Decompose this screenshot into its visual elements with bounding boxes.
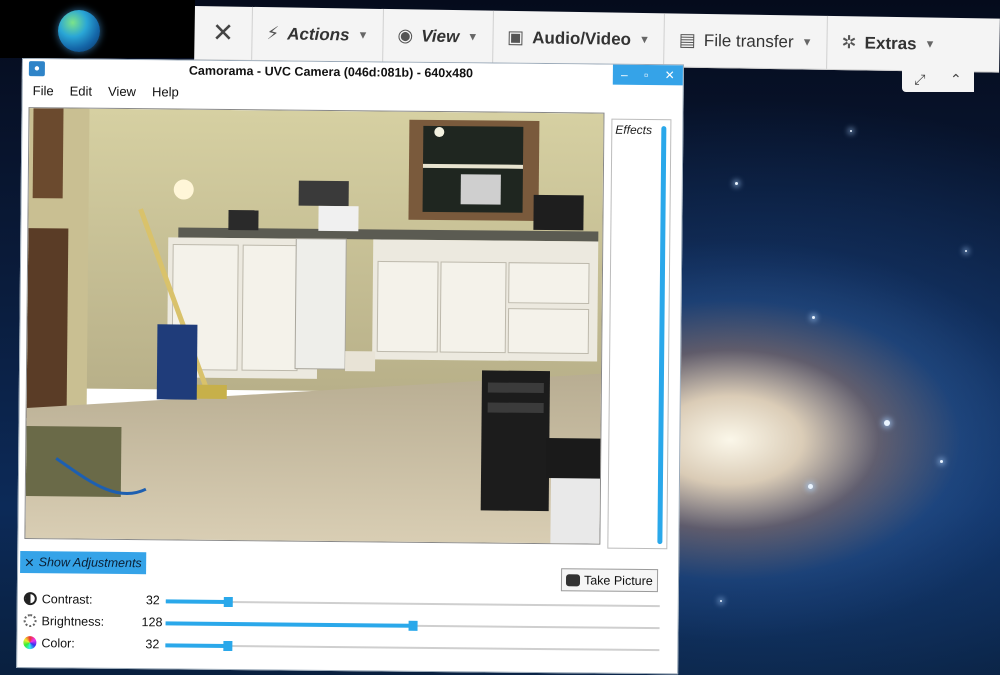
star xyxy=(735,182,738,185)
remote-logo-area xyxy=(0,0,195,58)
color-label: Color: xyxy=(41,636,75,651)
color-slider[interactable] xyxy=(165,640,660,652)
chat-icon: ▣ xyxy=(506,26,525,48)
toolbar-subbar: ⤢ ⌃ xyxy=(902,66,974,92)
brightness-icon xyxy=(23,614,37,628)
contrast-slider[interactable] xyxy=(165,596,660,608)
minimize-icon[interactable]: – xyxy=(621,68,628,82)
toolbar-item-label: Extras xyxy=(864,33,917,53)
collapse-toolbar-icon[interactable]: ⌃ xyxy=(950,71,962,88)
color-row: Color: 32 xyxy=(21,635,661,659)
window-controls: – ▫ ✕ xyxy=(612,64,683,86)
files-icon: ▤ xyxy=(678,29,697,50)
lightning-icon: ⚡ xyxy=(266,23,280,44)
color-value: 32 xyxy=(145,637,160,652)
chevron-down-icon: ▼ xyxy=(638,33,650,46)
chevron-down-icon: ▼ xyxy=(467,30,479,43)
window-title: Camorama - UVC Camera (046d:081b) - 640x… xyxy=(188,63,474,81)
camera-preview xyxy=(24,107,605,545)
contrast-slider-fill xyxy=(165,599,228,605)
show-adjustments-label: Show Adjustments xyxy=(38,555,142,571)
chevron-down-icon: ▼ xyxy=(357,29,369,42)
contrast-label: Contrast: xyxy=(41,592,93,607)
color-wheel-icon xyxy=(23,636,37,650)
star xyxy=(720,600,722,602)
toolbar-actions-menu[interactable]: ⚡ Actions ▼ xyxy=(252,6,384,62)
eye-icon: ◉ xyxy=(397,25,414,46)
globe-logo-icon xyxy=(58,10,100,52)
star xyxy=(850,130,852,132)
star xyxy=(812,316,815,319)
toolbar-extras-menu[interactable]: ✲ Extras ▼ xyxy=(827,16,950,71)
wrench-icon: ✕ xyxy=(24,555,35,570)
contrast-row: Contrast: 32 xyxy=(22,591,662,615)
menu-help[interactable]: Help xyxy=(152,84,179,99)
color-slider-handle[interactable] xyxy=(223,640,233,652)
toolbar-item-label: Audio/Video xyxy=(532,27,632,49)
toolbar-view-menu[interactable]: ◉ View ▼ xyxy=(383,8,494,64)
take-picture-button[interactable]: Take Picture xyxy=(560,568,658,593)
show-adjustments-toggle[interactable]: ✕ Show Adjustments xyxy=(20,551,146,575)
menu-edit[interactable]: Edit xyxy=(70,83,93,98)
brightness-slider-fill xyxy=(165,621,413,628)
contrast-slider-handle[interactable] xyxy=(223,596,233,608)
fullscreen-icon[interactable]: ⤢ xyxy=(914,71,925,88)
chevron-down-icon: ▼ xyxy=(801,36,813,49)
toolbar-file-transfer-menu[interactable]: ▤ File transfer ▼ xyxy=(664,13,828,69)
toolbar-item-label: File transfer xyxy=(703,30,794,51)
effects-scrollbar[interactable] xyxy=(657,126,667,545)
maximize-icon[interactable]: ▫ xyxy=(644,68,648,82)
brightness-slider-handle[interactable] xyxy=(408,620,418,631)
color-slider-fill xyxy=(165,643,228,648)
star xyxy=(808,484,813,489)
camera-app-icon: ● xyxy=(28,61,45,77)
take-picture-label: Take Picture xyxy=(583,572,653,588)
brightness-value: 128 xyxy=(141,615,163,630)
effects-panel: Effects xyxy=(607,118,672,550)
star xyxy=(965,250,967,252)
menu-view[interactable]: View xyxy=(108,83,136,98)
camorama-window: ● Camorama - UVC Camera (046d:081b) - 64… xyxy=(16,58,684,675)
toolbar-item-label: Actions xyxy=(287,23,350,44)
close-session-button[interactable]: ✕ xyxy=(194,6,253,60)
brightness-label: Brightness: xyxy=(41,614,105,629)
gears-icon: ✲ xyxy=(841,32,857,53)
menu-file[interactable]: File xyxy=(33,83,54,98)
chevron-down-icon: ▼ xyxy=(924,37,936,51)
star xyxy=(940,460,943,463)
brightness-row: Brightness: 128 xyxy=(21,613,661,637)
brightness-slider[interactable] xyxy=(165,620,660,631)
camera-frame-image xyxy=(25,108,605,545)
toolbar-item-label: View xyxy=(421,26,460,46)
camera-icon xyxy=(565,573,581,586)
close-icon[interactable]: ✕ xyxy=(665,68,675,82)
toolbar-audio-video-menu[interactable]: ▣ Audio/Video ▼ xyxy=(492,10,666,67)
contrast-value: 32 xyxy=(145,593,160,608)
contrast-icon xyxy=(23,592,37,606)
star xyxy=(884,420,890,426)
